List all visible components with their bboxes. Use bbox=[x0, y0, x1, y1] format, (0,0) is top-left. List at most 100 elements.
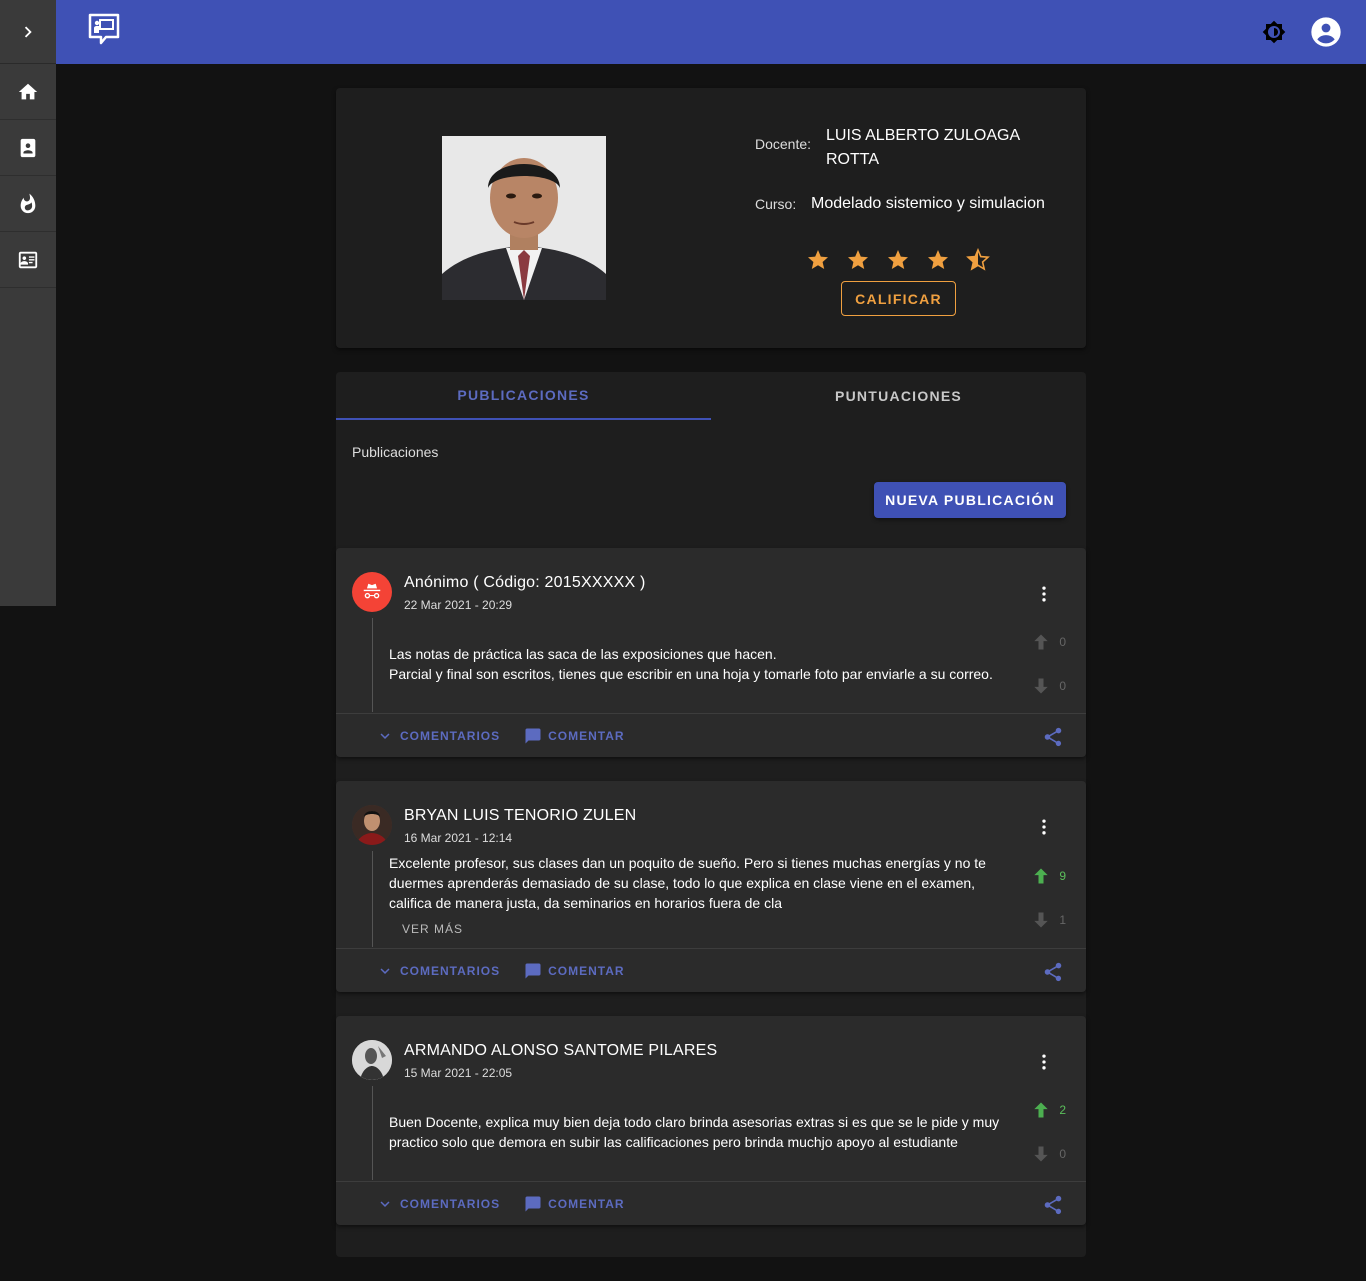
anonymous-avatar bbox=[352, 572, 392, 612]
add-comment-button[interactable]: COMENTAR bbox=[524, 1195, 624, 1213]
comment-icon bbox=[525, 963, 541, 978]
rating-stars bbox=[806, 248, 990, 272]
downvote-button[interactable]: 1 bbox=[1031, 910, 1066, 930]
upvote-button[interactable]: 2 bbox=[1031, 1100, 1066, 1120]
post-card: Anónimo ( Código: 2015XXXXX ) 22 Mar 202… bbox=[336, 548, 1086, 757]
chevron-right-icon bbox=[24, 26, 32, 37]
tab-publicaciones[interactable]: PUBLICACIONES bbox=[336, 372, 711, 420]
star-icon bbox=[928, 250, 948, 269]
chevron-down-icon bbox=[380, 967, 390, 974]
sidebar-item-profile-card[interactable] bbox=[0, 232, 56, 288]
post-author[interactable]: ARMANDO ALONSO SANTOME PILARES bbox=[404, 1042, 717, 1060]
account-circle-icon bbox=[1311, 17, 1341, 47]
post-date: 22 Mar 2021 - 20:29 bbox=[404, 598, 513, 612]
tab-puntuaciones[interactable]: PUNTUACIONES bbox=[711, 372, 1086, 420]
post-body: Excelente profesor, sus clases dan un po… bbox=[389, 855, 986, 911]
add-comment-button[interactable]: COMENTAR bbox=[524, 962, 624, 980]
curso-label: Curso: bbox=[755, 196, 797, 212]
top-app-bar bbox=[56, 0, 1366, 64]
teacher-board-icon bbox=[88, 13, 120, 44]
arrow-up-icon bbox=[1034, 634, 1048, 650]
docente-row: Docente: LUIS ALBERTO ZULOAGA ROTTA bbox=[755, 124, 1055, 172]
thread-line bbox=[372, 851, 373, 947]
upvote-count: 9 bbox=[1059, 869, 1066, 883]
teacher-profile-card: Docente: LUIS ALBERTO ZULOAGA ROTTA Curs… bbox=[336, 88, 1086, 348]
sidebar-item-contacts[interactable] bbox=[0, 120, 56, 176]
more-vert-icon bbox=[1042, 586, 1046, 602]
add-comment-label: COMENTAR bbox=[548, 728, 625, 743]
share-icon[interactable] bbox=[1042, 726, 1064, 748]
home-icon bbox=[18, 83, 38, 99]
arrow-down-icon bbox=[1034, 912, 1048, 928]
comment-icon bbox=[525, 728, 541, 743]
id-card-icon bbox=[18, 251, 38, 268]
brightness-icon bbox=[1262, 20, 1286, 44]
comment-icon bbox=[525, 1196, 541, 1211]
post-card: ARMANDO ALONSO SANTOME PILARES 15 Mar 20… bbox=[336, 1016, 1086, 1225]
show-comments-label: COMENTARIOS bbox=[400, 1196, 501, 1211]
post-body: Las notas de práctica las saca de las ex… bbox=[389, 644, 1019, 684]
arrow-down-icon bbox=[1034, 678, 1048, 694]
post-body-line: Las notas de práctica las saca de las ex… bbox=[389, 646, 777, 662]
post-body: Buen Docente, explica muy bien deja todo… bbox=[389, 1114, 1000, 1150]
arrow-down-icon bbox=[1034, 1146, 1048, 1162]
post-actions: COMENTARIOS COMENTAR bbox=[336, 948, 1086, 992]
show-comments-label: COMENTARIOS bbox=[400, 728, 501, 743]
section-title: Publicaciones bbox=[352, 444, 439, 460]
theme-toggle-button[interactable] bbox=[1258, 16, 1290, 48]
curso-row: Curso: Modelado sistemico y simulacion bbox=[755, 192, 1075, 216]
upvote-count: 0 bbox=[1059, 635, 1066, 649]
share-icon[interactable] bbox=[1042, 961, 1064, 983]
post-menu-button[interactable] bbox=[1034, 584, 1054, 604]
post-author[interactable]: BRYAN LUIS TENORIO ZULEN bbox=[404, 807, 636, 825]
docente-name: LUIS ALBERTO ZULOAGA ROTTA bbox=[826, 127, 1020, 168]
add-comment-button[interactable]: COMENTAR bbox=[524, 727, 624, 745]
sidebar bbox=[0, 0, 56, 606]
arrow-up-icon bbox=[1034, 868, 1048, 884]
show-comments-button[interactable]: COMENTARIOS bbox=[376, 1195, 500, 1213]
new-post-button[interactable]: NUEVA PUBLICACIÓN bbox=[874, 482, 1066, 518]
show-comments-label: COMENTARIOS bbox=[400, 963, 501, 978]
downvote-button[interactable]: 0 bbox=[1031, 1144, 1066, 1164]
downvote-button[interactable]: 0 bbox=[1031, 676, 1066, 696]
show-comments-button[interactable]: COMENTARIOS bbox=[376, 727, 500, 745]
star-icon bbox=[808, 250, 828, 269]
thread-line bbox=[372, 618, 373, 712]
curso-name: Modelado sistemico y simulacion bbox=[811, 195, 1045, 212]
upvote-count: 2 bbox=[1059, 1103, 1066, 1117]
upvote-button[interactable]: 0 bbox=[1031, 632, 1066, 652]
user-avatar bbox=[352, 805, 392, 845]
thread-line bbox=[372, 1086, 373, 1180]
sidebar-toggle-button[interactable] bbox=[0, 0, 56, 64]
see-more-link[interactable]: VER MÁS bbox=[402, 922, 463, 936]
post-actions: COMENTARIOS COMENTAR bbox=[336, 713, 1086, 757]
show-comments-button[interactable]: COMENTARIOS bbox=[376, 962, 500, 980]
post-date: 15 Mar 2021 - 22:05 bbox=[404, 1066, 513, 1080]
sidebar-item-home[interactable] bbox=[0, 64, 56, 120]
more-vert-icon bbox=[1042, 1054, 1046, 1070]
downvote-count: 0 bbox=[1059, 679, 1066, 693]
star-icon bbox=[888, 250, 908, 269]
star-icon bbox=[848, 250, 868, 269]
downvote-count: 0 bbox=[1059, 1147, 1066, 1161]
incognito-icon bbox=[363, 583, 381, 599]
rate-button[interactable]: CALIFICAR bbox=[841, 281, 956, 316]
app-logo[interactable] bbox=[86, 12, 122, 53]
post-card: BRYAN LUIS TENORIO ZULEN 16 Mar 2021 - 1… bbox=[336, 781, 1086, 992]
contacts-book-icon bbox=[20, 138, 36, 157]
post-actions: COMENTARIOS COMENTAR bbox=[336, 1181, 1086, 1225]
post-body-line: Parcial y final son escritos, tienes que… bbox=[389, 666, 993, 682]
docente-label: Docente: bbox=[755, 136, 812, 152]
more-vert-icon bbox=[1042, 819, 1046, 835]
post-author[interactable]: Anónimo ( Código: 2015XXXXX ) bbox=[404, 574, 646, 592]
post-menu-button[interactable] bbox=[1034, 1052, 1054, 1072]
user-avatar bbox=[352, 1040, 392, 1080]
upvote-button[interactable]: 9 bbox=[1031, 866, 1066, 886]
post-menu-button[interactable] bbox=[1034, 817, 1054, 837]
account-button[interactable] bbox=[1310, 16, 1342, 48]
post-date: 16 Mar 2021 - 12:14 bbox=[404, 831, 513, 845]
sidebar-item-popular[interactable] bbox=[0, 176, 56, 232]
add-comment-label: COMENTAR bbox=[548, 1196, 625, 1211]
share-icon[interactable] bbox=[1042, 1194, 1064, 1216]
add-comment-label: COMENTAR bbox=[548, 963, 625, 978]
